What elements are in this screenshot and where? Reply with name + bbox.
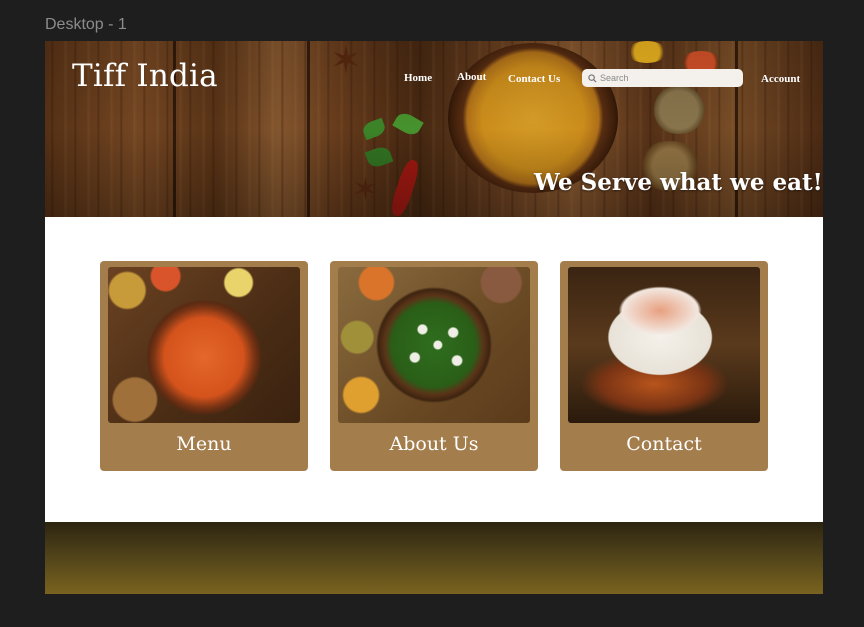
search-icon — [588, 73, 597, 83]
menu-card-label: Menu — [176, 433, 232, 455]
account-link[interactable]: Account — [761, 73, 800, 85]
palak-paneer-image — [338, 267, 530, 423]
desktop-frame: ✶ ✶ Tiff India Home About Contact Us Acc… — [45, 41, 823, 594]
search-input[interactable] — [600, 73, 730, 83]
nav-home[interactable]: Home — [404, 72, 432, 84]
footer-bar — [45, 522, 823, 594]
nav-about[interactable]: About — [457, 71, 486, 83]
nav-contact-us[interactable]: Contact Us — [508, 73, 560, 85]
curry-dish-image — [108, 267, 300, 423]
hero-banner: ✶ ✶ Tiff India Home About Contact Us Acc… — [45, 41, 823, 217]
brand-logo[interactable]: Tiff India — [72, 58, 218, 94]
contact-card[interactable]: Contact — [560, 261, 768, 471]
hero-tagline: We Serve what we eat! — [534, 169, 823, 196]
about-us-card[interactable]: About Us — [330, 261, 538, 471]
about-us-card-label: About Us — [389, 433, 479, 455]
search-bar[interactable] — [582, 69, 743, 87]
menu-card[interactable]: Menu — [100, 261, 308, 471]
contact-card-label: Contact — [626, 433, 702, 455]
paneer-block-image — [568, 267, 760, 423]
frame-label: Desktop - 1 — [45, 16, 127, 33]
